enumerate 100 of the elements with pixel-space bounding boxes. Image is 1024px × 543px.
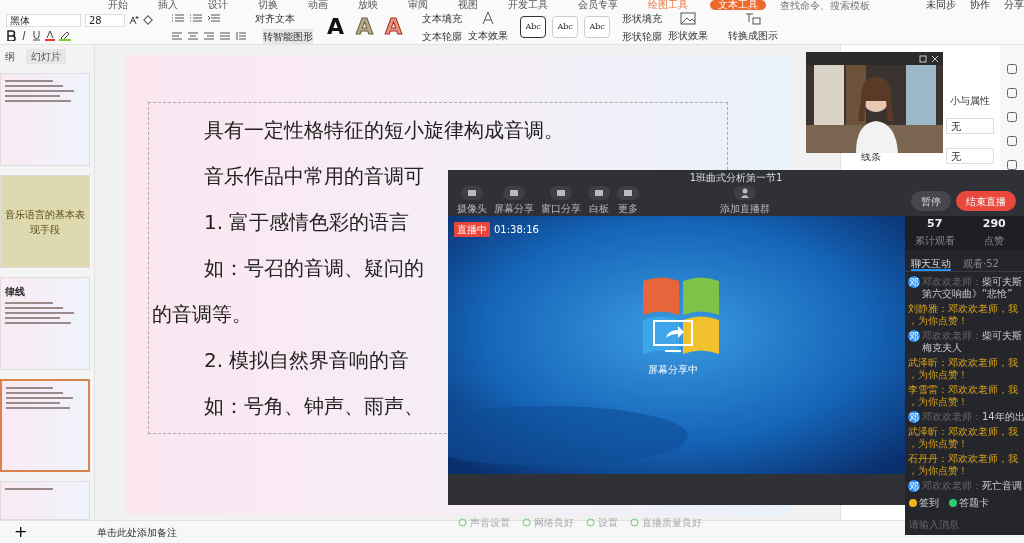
quick-action[interactable]: 签到 (919, 495, 939, 510)
indent-icon[interactable] (207, 13, 221, 23)
slide-text: 2. 模拟自然界音响的音 (204, 347, 410, 374)
menu-tab[interactable]: 审阅 (400, 0, 436, 10)
sender-name: 武泽昕： (908, 426, 948, 437)
message-text: ，为你点赞！ (908, 438, 969, 450)
message-text: 邓欢欢老师，我 (948, 357, 1018, 368)
menu-tab[interactable]: 视图 (450, 0, 486, 10)
text-effect-button[interactable]: 文本效果 (468, 28, 509, 43)
chat-tab[interactable]: 观看·52 (963, 256, 999, 271)
menu-tab[interactable]: 动画 (300, 0, 336, 10)
align-text-button[interactable]: 对齐文本 (255, 10, 295, 26)
close-icon[interactable] (931, 54, 939, 63)
avatar: 邓 (908, 480, 920, 492)
grow-font-icon (129, 15, 139, 25)
shape-fill-button[interactable]: 形状填充 (622, 10, 663, 26)
status-icon (522, 518, 531, 527)
message-text: ，为你点赞！ (908, 465, 969, 477)
convert-icon[interactable] (745, 11, 762, 25)
chat-tab[interactable]: 聊天互动 (911, 256, 951, 271)
slide-thumbnail[interactable]: 律线 (0, 277, 90, 371)
message-text: 邓欢欢老师，我 (948, 426, 1018, 437)
bold-icon[interactable] (6, 29, 16, 41)
maximize-icon[interactable] (919, 54, 927, 63)
text-style-sample[interactable]: A (327, 15, 345, 39)
avatar: 邓 (908, 411, 920, 423)
option-dropdown[interactable]: 无 (946, 118, 994, 134)
tool-icon (467, 189, 477, 197)
notes-field[interactable]: 单击此处添加备注 (97, 524, 178, 540)
eraser-icon (143, 15, 153, 25)
shape-effect-button[interactable]: 形状效果 (668, 27, 709, 43)
menu-tab[interactable]: 插入 (150, 0, 186, 10)
avatar: 邓 (908, 276, 920, 288)
underline-icon[interactable] (32, 29, 41, 41)
message-text: 第六交响曲》“悲怆” (922, 288, 1014, 300)
menu-tab[interactable]: 开始 (100, 0, 136, 10)
header-action[interactable]: 未同步 (926, 0, 956, 10)
shape-outline-button[interactable]: 形状轮廓 (622, 28, 663, 44)
slide-text: 具有一定性格特征的短小旋律构成音调。 (204, 117, 564, 144)
menu-tab[interactable]: 切换 (250, 0, 286, 10)
sender-name: 武泽昕： (908, 357, 948, 368)
sender-name: 李雪雷： (908, 384, 948, 395)
menu-tab[interactable]: 设计 (200, 0, 236, 10)
font-color-icon[interactable] (45, 29, 55, 41)
quick-action[interactable]: 答题卡 (959, 495, 989, 510)
end-live-button[interactable]: 结束直播 (956, 191, 1016, 211)
sender-name: 石丹丹： (908, 453, 948, 464)
message-text: 邓欢欢老师，我 (948, 303, 1018, 314)
message-text: ，为你点赞！ (908, 315, 969, 327)
pause-button[interactable]: 暂停 (911, 191, 951, 211)
toolbar-button[interactable]: 更多 (616, 186, 640, 216)
menu-tab[interactable]: 开发工具 (500, 0, 556, 10)
slide-thumbnail[interactable] (0, 379, 90, 473)
share-screen-icon (653, 320, 693, 352)
slide-thumbnail[interactable]: 音乐语言的基本表现手段 (0, 175, 90, 269)
avatar: 邓 (908, 330, 920, 342)
tool-icon (556, 189, 566, 197)
toolbar-button[interactable]: 白板 (587, 186, 611, 216)
shape-style-sample[interactable]: Abc (584, 16, 611, 38)
slide-text: 音乐作品中常用的音调可 (204, 163, 424, 190)
tool-icon (509, 189, 519, 197)
search-field[interactable]: 查找命令、搜索模板 (780, 0, 890, 10)
slide-title: 音乐语言的基本表现手段 (5, 207, 85, 237)
tool-icon (594, 189, 604, 197)
stat-label: 累计观看 (914, 233, 955, 248)
status-icon (586, 518, 595, 527)
italic-icon[interactable] (20, 29, 28, 41)
menu-tab[interactable]: 放映 (350, 0, 386, 10)
shape-style-sample[interactable]: Abc (552, 16, 579, 38)
slide-text: 如：号角、钟声、雨声、 (204, 393, 424, 420)
slide-text: 1. 富于感情色彩的语言 (204, 209, 410, 236)
option-dropdown[interactable]: 无 (946, 148, 994, 164)
message-text: 邓欢欢老师，我 (948, 384, 1018, 395)
slide-title: 律线 (5, 285, 26, 300)
shape-style-sample[interactable]: Abc (520, 16, 547, 38)
convert-button[interactable]: 转换成图示 (728, 27, 779, 43)
text-effect-icon[interactable] (481, 11, 496, 25)
menu-tab[interactable]: 会员专享 (570, 0, 626, 10)
highlight-icon[interactable] (59, 29, 71, 41)
message-text: 柴可夫斯 (982, 276, 1022, 287)
toolbar-button[interactable]: 屏幕分享 (493, 186, 535, 216)
smart-art-button[interactable]: 转智能图形 (263, 28, 313, 44)
toolbar-button[interactable]: 窗口分享 (540, 186, 582, 216)
message-text: 柴可夫斯 (982, 330, 1022, 341)
header-action[interactable]: 分享 (1004, 0, 1024, 10)
text-fill-button[interactable]: 文本填充 (422, 10, 463, 26)
panel-tab[interactable]: 幻灯片 (26, 49, 66, 64)
group-icon (740, 188, 750, 198)
toolbar-button[interactable]: 摄像头 (456, 186, 488, 216)
status-icon (458, 518, 467, 527)
font-size-field[interactable]: 28 (85, 13, 125, 27)
live-timer: 01:38:16 (494, 223, 539, 237)
message-text: 梅克夫人 (922, 342, 963, 354)
font-field[interactable]: 黑体 (6, 13, 81, 27)
add-slide-button[interactable]: + (14, 524, 28, 540)
text-outline-button[interactable]: 文本轮廓 (422, 28, 463, 44)
slide-text: 的音调等。 (152, 301, 252, 328)
panel-tab[interactable]: 纲 (0, 49, 20, 64)
header-action[interactable]: 协作 (970, 0, 990, 10)
message-text: ，为你点赞！ (908, 396, 969, 408)
